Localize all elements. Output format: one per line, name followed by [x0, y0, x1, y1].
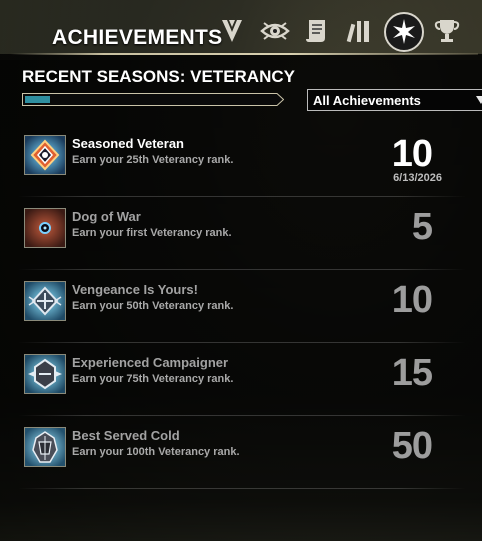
achievement-date: 6/13/2026 — [393, 172, 442, 184]
achievement-name: Vengeance Is Yours! — [72, 282, 198, 297]
achievement-description: Earn your 100th Veterancy rank. — [72, 446, 240, 458]
achievement-points: 10 — [391, 133, 433, 175]
achievement-description: Earn your 25th Veterancy rank. — [72, 154, 234, 166]
filter-dropdown-label: All Achievements — [313, 93, 421, 108]
achievement-points: 5 — [411, 206, 433, 248]
tab-collections[interactable] — [343, 14, 377, 48]
row-divider — [18, 488, 466, 489]
tab-champion[interactable] — [215, 14, 249, 48]
achievement-points: 15 — [391, 352, 433, 394]
row-divider — [18, 342, 466, 343]
achievement-row[interactable]: Vengeance Is Yours! Earn your 50th Veter… — [22, 276, 462, 336]
achievement-name: Dog of War — [72, 209, 141, 224]
chevron-down-icon — [476, 96, 482, 104]
tab-trophies[interactable] — [430, 14, 464, 48]
tab-quests[interactable] — [300, 14, 334, 48]
achievement-description: Earn your 50th Veterancy rank. — [72, 300, 234, 312]
achievement-name: Seasoned Veteran — [72, 136, 184, 151]
row-divider — [18, 415, 466, 416]
row-divider — [18, 269, 466, 270]
achievement-description: Earn your first Veterancy rank. — [72, 227, 232, 239]
champion-v-icon — [219, 17, 245, 45]
achievement-points: 50 — [391, 425, 433, 467]
eye-icon — [260, 18, 290, 44]
achievement-name: Experienced Campaigner — [72, 355, 229, 370]
filter-dropdown[interactable]: All Achievements — [307, 89, 482, 111]
section-title: RECENT SEASONS: VETERANCY — [22, 67, 295, 86]
achievement-points: 10 — [391, 279, 433, 321]
header-divider — [10, 53, 478, 55]
trophy-icon — [434, 17, 460, 45]
achievement-row[interactable]: Best Served Cold Earn your 100th Veteran… — [22, 422, 462, 482]
scroll-icon — [304, 17, 330, 45]
page-title: ACHIEVEMENTS — [52, 26, 223, 49]
tab-lore[interactable] — [258, 14, 292, 48]
achievement-name: Best Served Cold — [72, 428, 180, 443]
achievement-row[interactable]: Experienced Campaigner Earn your 75th Ve… — [22, 349, 462, 409]
achievement-row[interactable]: Seasoned Veteran Earn your 25th Veteranc… — [22, 130, 462, 190]
veteran-badge-icon — [24, 135, 66, 175]
tab-veterancy[interactable] — [387, 14, 421, 48]
star-emblem-icon — [389, 16, 419, 46]
campaigner-emblem-icon — [24, 354, 66, 394]
vengeance-emblem-icon — [24, 281, 66, 321]
war-orb-icon — [24, 208, 66, 248]
category-progress-bar — [22, 93, 284, 106]
best-served-cold-icon — [24, 427, 66, 467]
row-divider — [18, 196, 466, 197]
books-icon — [346, 18, 374, 44]
achievement-description: Earn your 75th Veterancy rank. — [72, 373, 234, 385]
achievement-row[interactable]: Dog of War Earn your first Veterancy ran… — [22, 203, 462, 263]
